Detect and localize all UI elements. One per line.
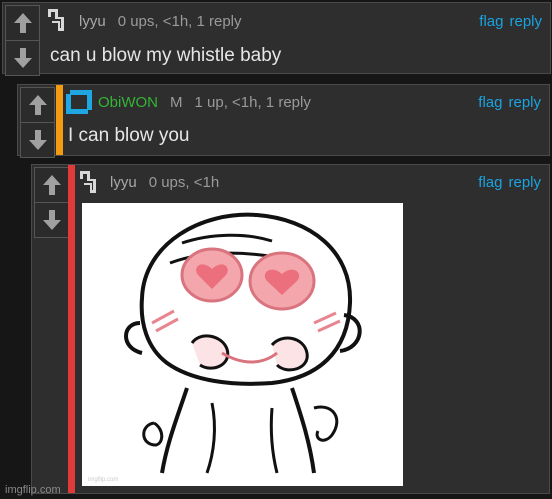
image-watermark: imgflip.com [88, 477, 119, 483]
comment-text: I can blow you [68, 125, 190, 146]
upvote-button[interactable] [6, 6, 39, 40]
comment-text: can u blow my whistle baby [50, 45, 282, 66]
reply-depth-bar [68, 165, 75, 493]
comment-meta: ObiWON M 1 up, <1h, 1 reply [98, 94, 311, 111]
user-avatar-icon[interactable] [78, 169, 106, 195]
comment-actions: flag reply [479, 13, 542, 30]
site-watermark: imgflip.com [5, 484, 61, 496]
reply-link[interactable]: reply [508, 174, 541, 191]
user-avatar-icon[interactable] [66, 90, 92, 114]
flag-link[interactable]: flag [478, 174, 502, 191]
downvote-arrow-icon [13, 48, 32, 68]
username-link[interactable]: ObiWON [98, 94, 158, 111]
upvote-arrow-icon [42, 175, 61, 195]
comment-2: ObiWON M 1 up, <1h, 1 reply flag reply I ca… [17, 84, 550, 158]
downvote-button[interactable] [35, 202, 68, 237]
upvote-button[interactable] [35, 168, 68, 202]
vote-controls [34, 167, 69, 238]
comment-meta: lyyu 0 ups, <1h, 1 reply [79, 13, 242, 30]
reply-depth-bar [56, 85, 63, 155]
flag-link[interactable]: flag [479, 13, 503, 30]
vote-controls [5, 5, 40, 76]
downvote-arrow-icon [28, 130, 47, 150]
comment-actions: flag reply [478, 174, 541, 191]
comment-stats: 1 up, <1h, 1 reply [194, 94, 311, 111]
upvote-arrow-icon [13, 13, 32, 33]
flag-link[interactable]: flag [478, 94, 502, 111]
downvote-arrow-icon [42, 210, 61, 230]
meme-image[interactable]: imgflip.com [82, 203, 403, 486]
upvote-arrow-icon [28, 95, 47, 115]
user-avatar-icon[interactable] [46, 7, 74, 33]
heart-eyes-character-image [82, 203, 403, 486]
username-link[interactable]: lyyu [110, 174, 137, 191]
upvote-button[interactable] [21, 88, 54, 122]
downvote-button[interactable] [6, 40, 39, 75]
comment-meta: lyyu 0 ups, <1h [110, 174, 219, 191]
comment-stats: 0 ups, <1h, 1 reply [117, 13, 242, 30]
reply-link[interactable]: reply [509, 13, 542, 30]
comment-3: lyyu 0 ups, <1h flag reply imgflip.com [31, 164, 550, 494]
reply-link[interactable]: reply [508, 94, 541, 111]
username-link[interactable]: lyyu [79, 13, 106, 30]
vote-controls [20, 87, 55, 158]
downvote-button[interactable] [21, 122, 54, 157]
mod-badge: M [170, 94, 183, 111]
comment-stats: 0 ups, <1h [148, 174, 220, 191]
comment-1: lyyu 0 ups, <1h, 1 reply flag reply can u … [2, 2, 551, 76]
comment-actions: flag reply [478, 94, 541, 111]
